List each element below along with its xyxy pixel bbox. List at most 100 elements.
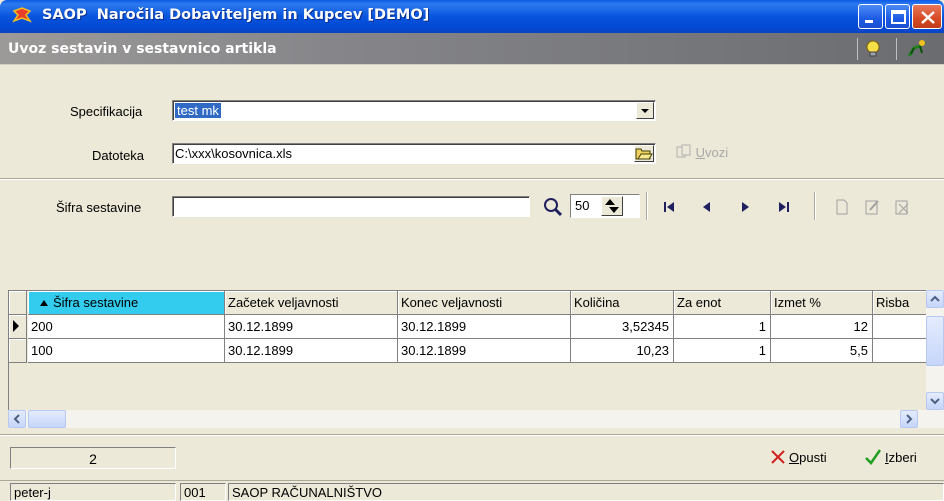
app-logo-icon [12,7,32,23]
table-cell[interactable]: 12 [771,315,873,339]
browse-file-button[interactable] [634,145,654,162]
green-check-icon [865,449,882,465]
page-size-spin-button[interactable] [601,196,623,216]
chevron-down-icon [930,398,940,405]
column-header-izmet[interactable]: Izmet % [771,291,873,315]
scroll-thumb-vertical[interactable] [926,316,944,366]
form-header: Uvoz sestavin v sestavnico artikla [0,33,944,65]
chevron-down-icon [641,109,649,113]
row-indicator-current[interactable] [9,315,27,339]
select-button[interactable]: Izberi [864,448,917,466]
header-divider [857,38,858,60]
toolbar-divider [646,192,648,220]
column-header-konec[interactable]: Konec veljavnosti [398,291,571,315]
specifikacija-label: Specifikacija [70,104,143,119]
new-record-icon[interactable] [832,198,852,216]
table-cell[interactable]: 30.12.1899 [398,315,571,339]
table-cell[interactable]: 100 [28,339,225,363]
cancel-label: pusti [799,450,827,465]
column-header-label: Šifra sestavine [53,295,139,310]
exit-runner-icon[interactable] [906,38,928,60]
table-cell[interactable] [873,315,927,339]
maximize-icon [891,10,906,24]
column-header-label: Za enot [677,295,722,310]
datoteka-label: Datoteka [92,148,145,163]
specifikacija-dropdown-button[interactable] [636,102,654,119]
scroll-left-button[interactable] [8,410,26,428]
scroll-up-button[interactable] [926,290,944,308]
grid-corner [9,291,27,315]
chevron-right-icon [906,414,913,424]
table-cell[interactable]: 1 [674,339,771,363]
table-cell[interactable]: 200 [28,315,225,339]
form-title: Uvoz sestavin v sestavnico artikla [8,41,277,57]
cancel-button[interactable]: Opusti [770,448,827,466]
chevron-left-icon [13,414,20,424]
page-size-stepper[interactable]: 50 [570,194,640,218]
sestavine-grid[interactable]: Šifra sestavine Začetek veljavnosti Kone… [8,290,944,428]
column-header-risba[interactable]: Risba [873,291,927,315]
column-header-label: Izmet % [774,295,821,310]
grid-vertical-scrollbar[interactable] [926,290,944,410]
last-record-icon[interactable] [773,198,793,216]
sort-ascending-icon [40,300,48,306]
column-header-kolicina[interactable]: Količina [571,291,674,315]
datoteka-input[interactable]: C:\xxx\kosovnica.xls [172,143,656,164]
status-user: peter-j [10,483,176,501]
table-cell[interactable]: 30.12.1899 [398,339,571,363]
column-header-label: Količina [574,295,620,310]
separator [0,434,944,436]
status-code: 001 [180,483,226,501]
prev-record-icon[interactable] [697,198,717,216]
toolbar-divider [814,192,816,220]
column-header-za-enot[interactable]: Za enot [674,291,771,315]
row-indicator[interactable] [9,339,27,363]
maximize-button[interactable] [885,4,910,29]
page-size-value: 50 [575,198,590,213]
red-x-icon [771,450,785,464]
table-cell[interactable]: 30.12.1899 [225,315,398,339]
minimize-button[interactable] [858,4,883,29]
help-bulb-icon[interactable] [862,38,884,60]
table-cell[interactable]: 10,23 [571,339,674,363]
table-cell[interactable]: 5,5 [771,339,873,363]
window-title: SAOP Naročila Dobaviteljem in Kupcev [DE… [42,7,430,23]
first-record-icon[interactable] [660,198,680,216]
scroll-down-button[interactable] [926,392,944,410]
chevron-up-icon [930,295,940,302]
search-icon[interactable] [542,197,564,217]
table-cell[interactable]: 3,52345 [571,315,674,339]
search-label: Šifra sestavine [56,200,142,215]
column-header-sifra[interactable]: Šifra sestavine [28,291,225,315]
spin-updown-icon [605,199,619,213]
scroll-thumb-horizontal[interactable] [28,410,66,428]
status-company: SAOP RAČUNALNIŠTVO [228,483,944,501]
next-record-icon[interactable] [735,198,755,216]
import-icon [676,144,691,158]
folder-open-icon [635,148,653,160]
specifikacija-dropdown[interactable]: test mk [172,100,656,121]
record-count: 2 [10,447,176,469]
uvozi-label: vozi [705,145,729,160]
table-cell[interactable] [873,339,927,363]
edit-record-icon[interactable] [862,198,882,216]
delete-record-icon[interactable] [892,198,912,216]
close-button[interactable] [912,4,942,29]
datoteka-value: C:\xxx\kosovnica.xls [175,146,293,161]
uvozi-button[interactable]: Uvozi [676,144,728,160]
header-divider [896,38,897,60]
column-header-label: Konec veljavnosti [401,295,503,310]
uvozi-mnemonic: U [695,145,706,160]
table-cell[interactable]: 30.12.1899 [225,339,398,363]
scroll-right-button[interactable] [900,410,918,428]
column-header-label: Risba [876,295,910,310]
column-header-label: Začetek veljavnosti [228,295,339,310]
current-row-arrow-icon [13,320,19,332]
app-window: SAOP Naročila Dobaviteljem in Kupcev [DE… [0,0,944,501]
column-header-zacetek[interactable]: Začetek veljavnosti [225,291,398,315]
close-icon [921,11,935,24]
table-cell[interactable]: 1 [674,315,771,339]
sifra-sestavine-search-input[interactable] [172,196,530,217]
grid-horizontal-scrollbar[interactable] [8,410,944,428]
title-bar[interactable]: SAOP Naročila Dobaviteljem in Kupcev [DE… [0,0,944,33]
